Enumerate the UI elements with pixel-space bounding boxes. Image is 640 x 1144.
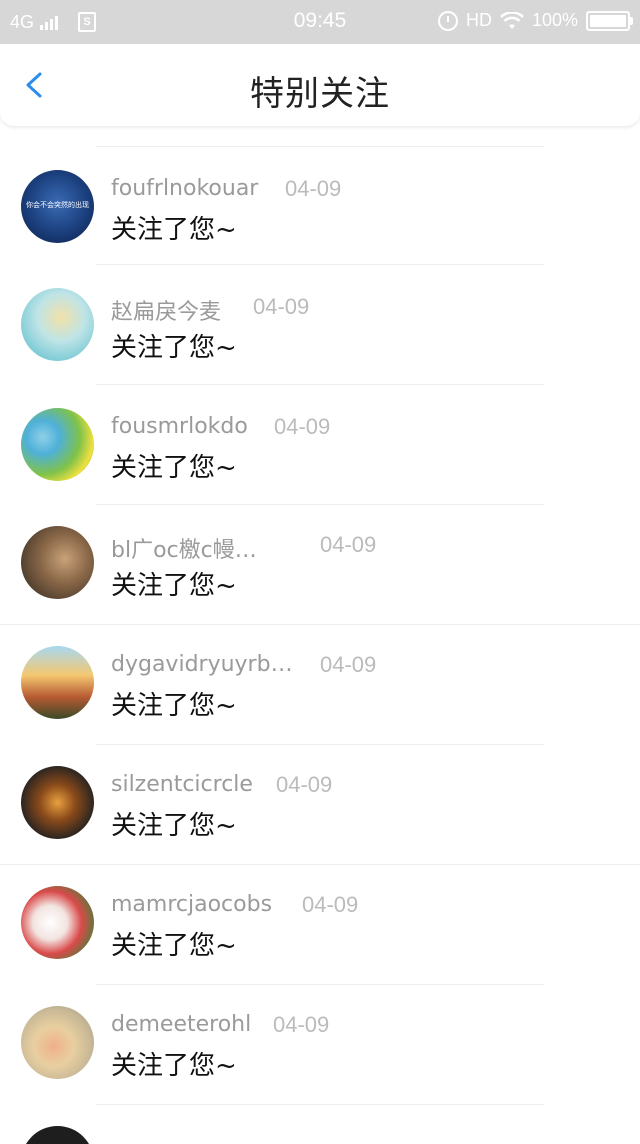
item-message: 关注了您~ [111,811,237,841]
list-item[interactable]: 赵扁戾今麦 04-09 关注了您~ [0,264,640,384]
battery-icon [586,10,633,31]
avatar [21,288,94,361]
item-message: 关注了您~ [111,333,237,363]
item-date: 04-09 [302,892,359,917]
nav-bar: 特别关注 [0,44,640,126]
item-message: 关注了您~ [111,453,237,483]
wifi-icon [500,11,524,29]
hd-badge: HD [465,10,492,30]
avatar: 你会不会突然的出现 [21,170,94,243]
item-date: 04-09 [273,1012,330,1037]
user-name[interactable]: mamrcjaocobs [111,892,272,917]
avatar [21,886,94,959]
item-date: 04-09 [320,532,377,557]
list-item[interactable]: demeeterohl 04-09 关注了您~ [0,984,640,1104]
item-message: 关注了您~ [111,1051,237,1081]
item-message: 关注了您~ [111,691,237,721]
avatar [21,526,94,599]
item-message: 关注了您~ [111,931,237,961]
list-item[interactable]: 你会不会突然的出现 foufrlnokouar 04-09 关注了您~ [0,126,640,264]
avatar [21,646,94,719]
avatar [21,408,94,481]
alarm-icon [437,10,458,31]
avatar [21,766,94,839]
list-item[interactable]: fousmrlokdo 04-09 关注了您~ [0,384,640,504]
item-message: 关注了您~ [111,215,237,245]
item-date: 04-09 [253,294,310,319]
list-item[interactable] [0,1104,640,1144]
item-date: 04-09 [285,176,342,201]
user-name[interactable]: foufrlnokouar [111,176,258,201]
avatar [21,1006,94,1079]
user-name[interactable]: silzentcicrcle [111,772,253,797]
list-item[interactable]: mamrcjaocobs 04-09 关注了您~ [0,864,640,984]
user-name[interactable]: fousmrlokdo [111,414,248,439]
status-bar: 4G S 09:45 HD 100% [0,0,640,44]
user-name[interactable]: dygavidryuyrb… [111,652,293,677]
page-title: 特别关注 [250,74,390,114]
follow-list: 你会不会突然的出现 foufrlnokouar 04-09 关注了您~ 赵扁戾今… [0,126,640,1144]
list-item[interactable]: dygavidryuyrb… 04-09 关注了您~ [0,624,640,744]
list-item[interactable]: bl广oc檄c幔… 04-09 关注了您~ [0,504,640,624]
item-date: 04-09 [320,652,377,677]
avatar-caption: 你会不会突然的出现 [26,201,89,209]
item-message: 关注了您~ [111,571,237,601]
battery-percent: 100% [531,10,578,30]
item-date: 04-09 [274,414,331,439]
user-name[interactable]: 赵扁戾今麦 [111,294,221,326]
item-date: 04-09 [276,772,333,797]
user-name[interactable]: demeeterohl [111,1012,251,1037]
status-right: HD 100% [437,10,633,31]
user-name[interactable]: bl广oc檄c幔… [111,532,257,564]
list-item[interactable]: silzentcicrcle 04-09 关注了您~ [0,744,640,864]
avatar [21,1126,94,1144]
